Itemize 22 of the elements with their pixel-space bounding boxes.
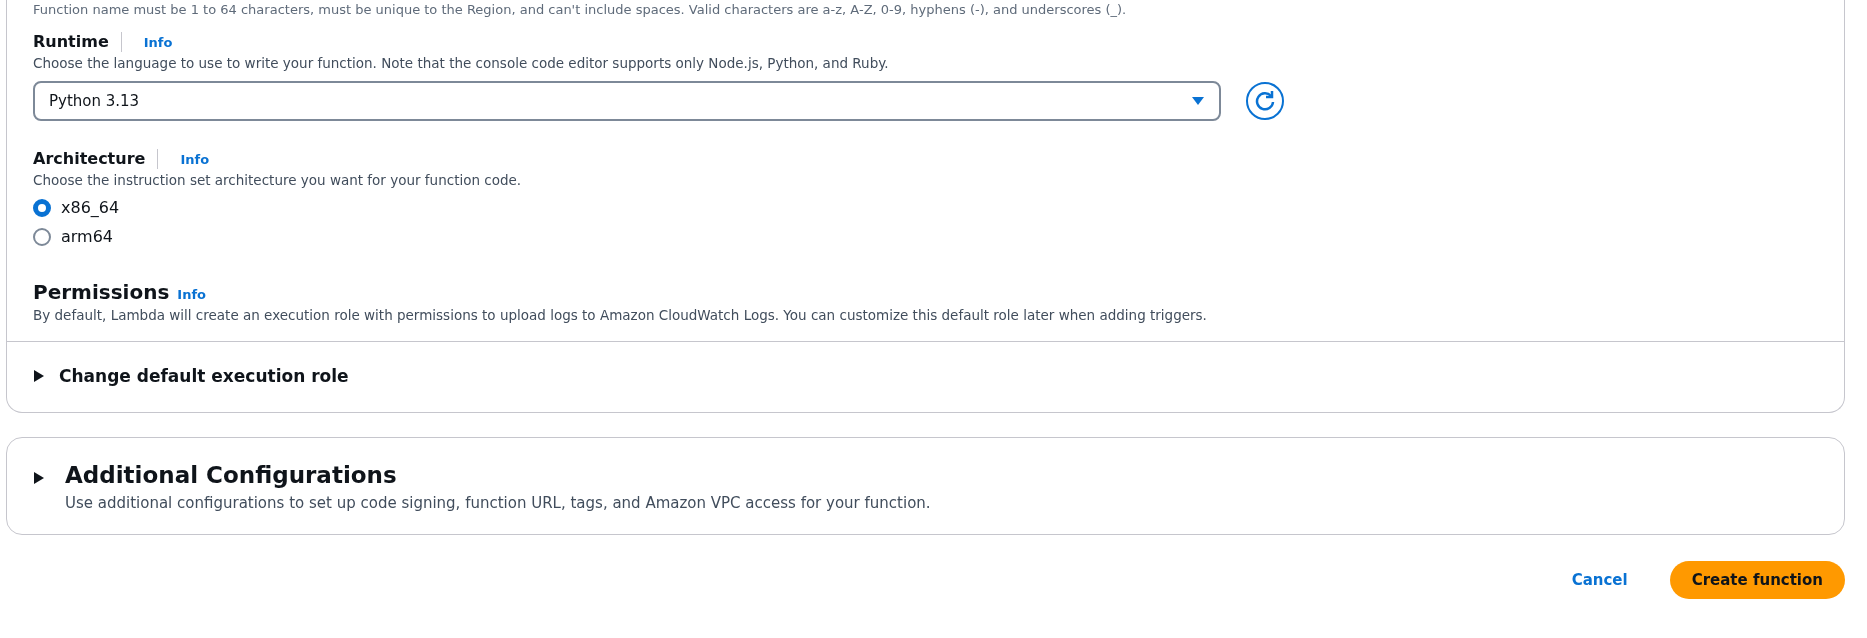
panel-description: Use additional configurations to set up code signing, function URL, tags, and Amazon VPC access for your function. bbox=[65, 494, 931, 512]
radio-button[interactable] bbox=[33, 198, 51, 217]
field-description: Choose the instruction set architecture you want for your function code. bbox=[33, 172, 523, 188]
radio-label[interactable]: arm64 bbox=[61, 227, 114, 246]
expandable-section-header[interactable]: Change default execution role bbox=[59, 366, 349, 386]
info-link[interactable]: Info bbox=[180, 151, 210, 167]
create-function-button[interactable]: Create function bbox=[1669, 561, 1845, 599]
caret-down-icon bbox=[1191, 96, 1205, 106]
hint-text: Function name must be 1 to 64 characters, must be unique to the Region, and can't include spaces. Valid characters are a-z, A-Z, 0-9, hyphens (-), and underscores (_). bbox=[33, 1, 1128, 18]
radio-label[interactable]: x86_64 bbox=[61, 198, 120, 217]
info-link[interactable]: Info bbox=[177, 287, 206, 302]
panel-title[interactable]: Additional Configurations bbox=[65, 462, 931, 488]
field-label: Architecture bbox=[33, 149, 159, 169]
field-description: Choose the language to use to write your function. Note that the console code editor supports only Node.js, Python, and Ruby. bbox=[33, 55, 890, 71]
info-link[interactable]: Info bbox=[143, 34, 173, 50]
cancel-button[interactable]: Cancel bbox=[1565, 570, 1634, 590]
section-description: By default, Lambda will create an execution role with permissions to upload logs to Amazon CloudWatch Logs. You can customize this default role later when adding triggers. bbox=[33, 307, 1208, 323]
runtime-select[interactable]: Python 3.13 bbox=[33, 81, 1221, 121]
section-title: Permissions bbox=[33, 280, 170, 304]
radio-button[interactable] bbox=[33, 227, 51, 246]
refresh-button[interactable] bbox=[1245, 81, 1285, 121]
field-label: Runtime bbox=[33, 32, 122, 52]
